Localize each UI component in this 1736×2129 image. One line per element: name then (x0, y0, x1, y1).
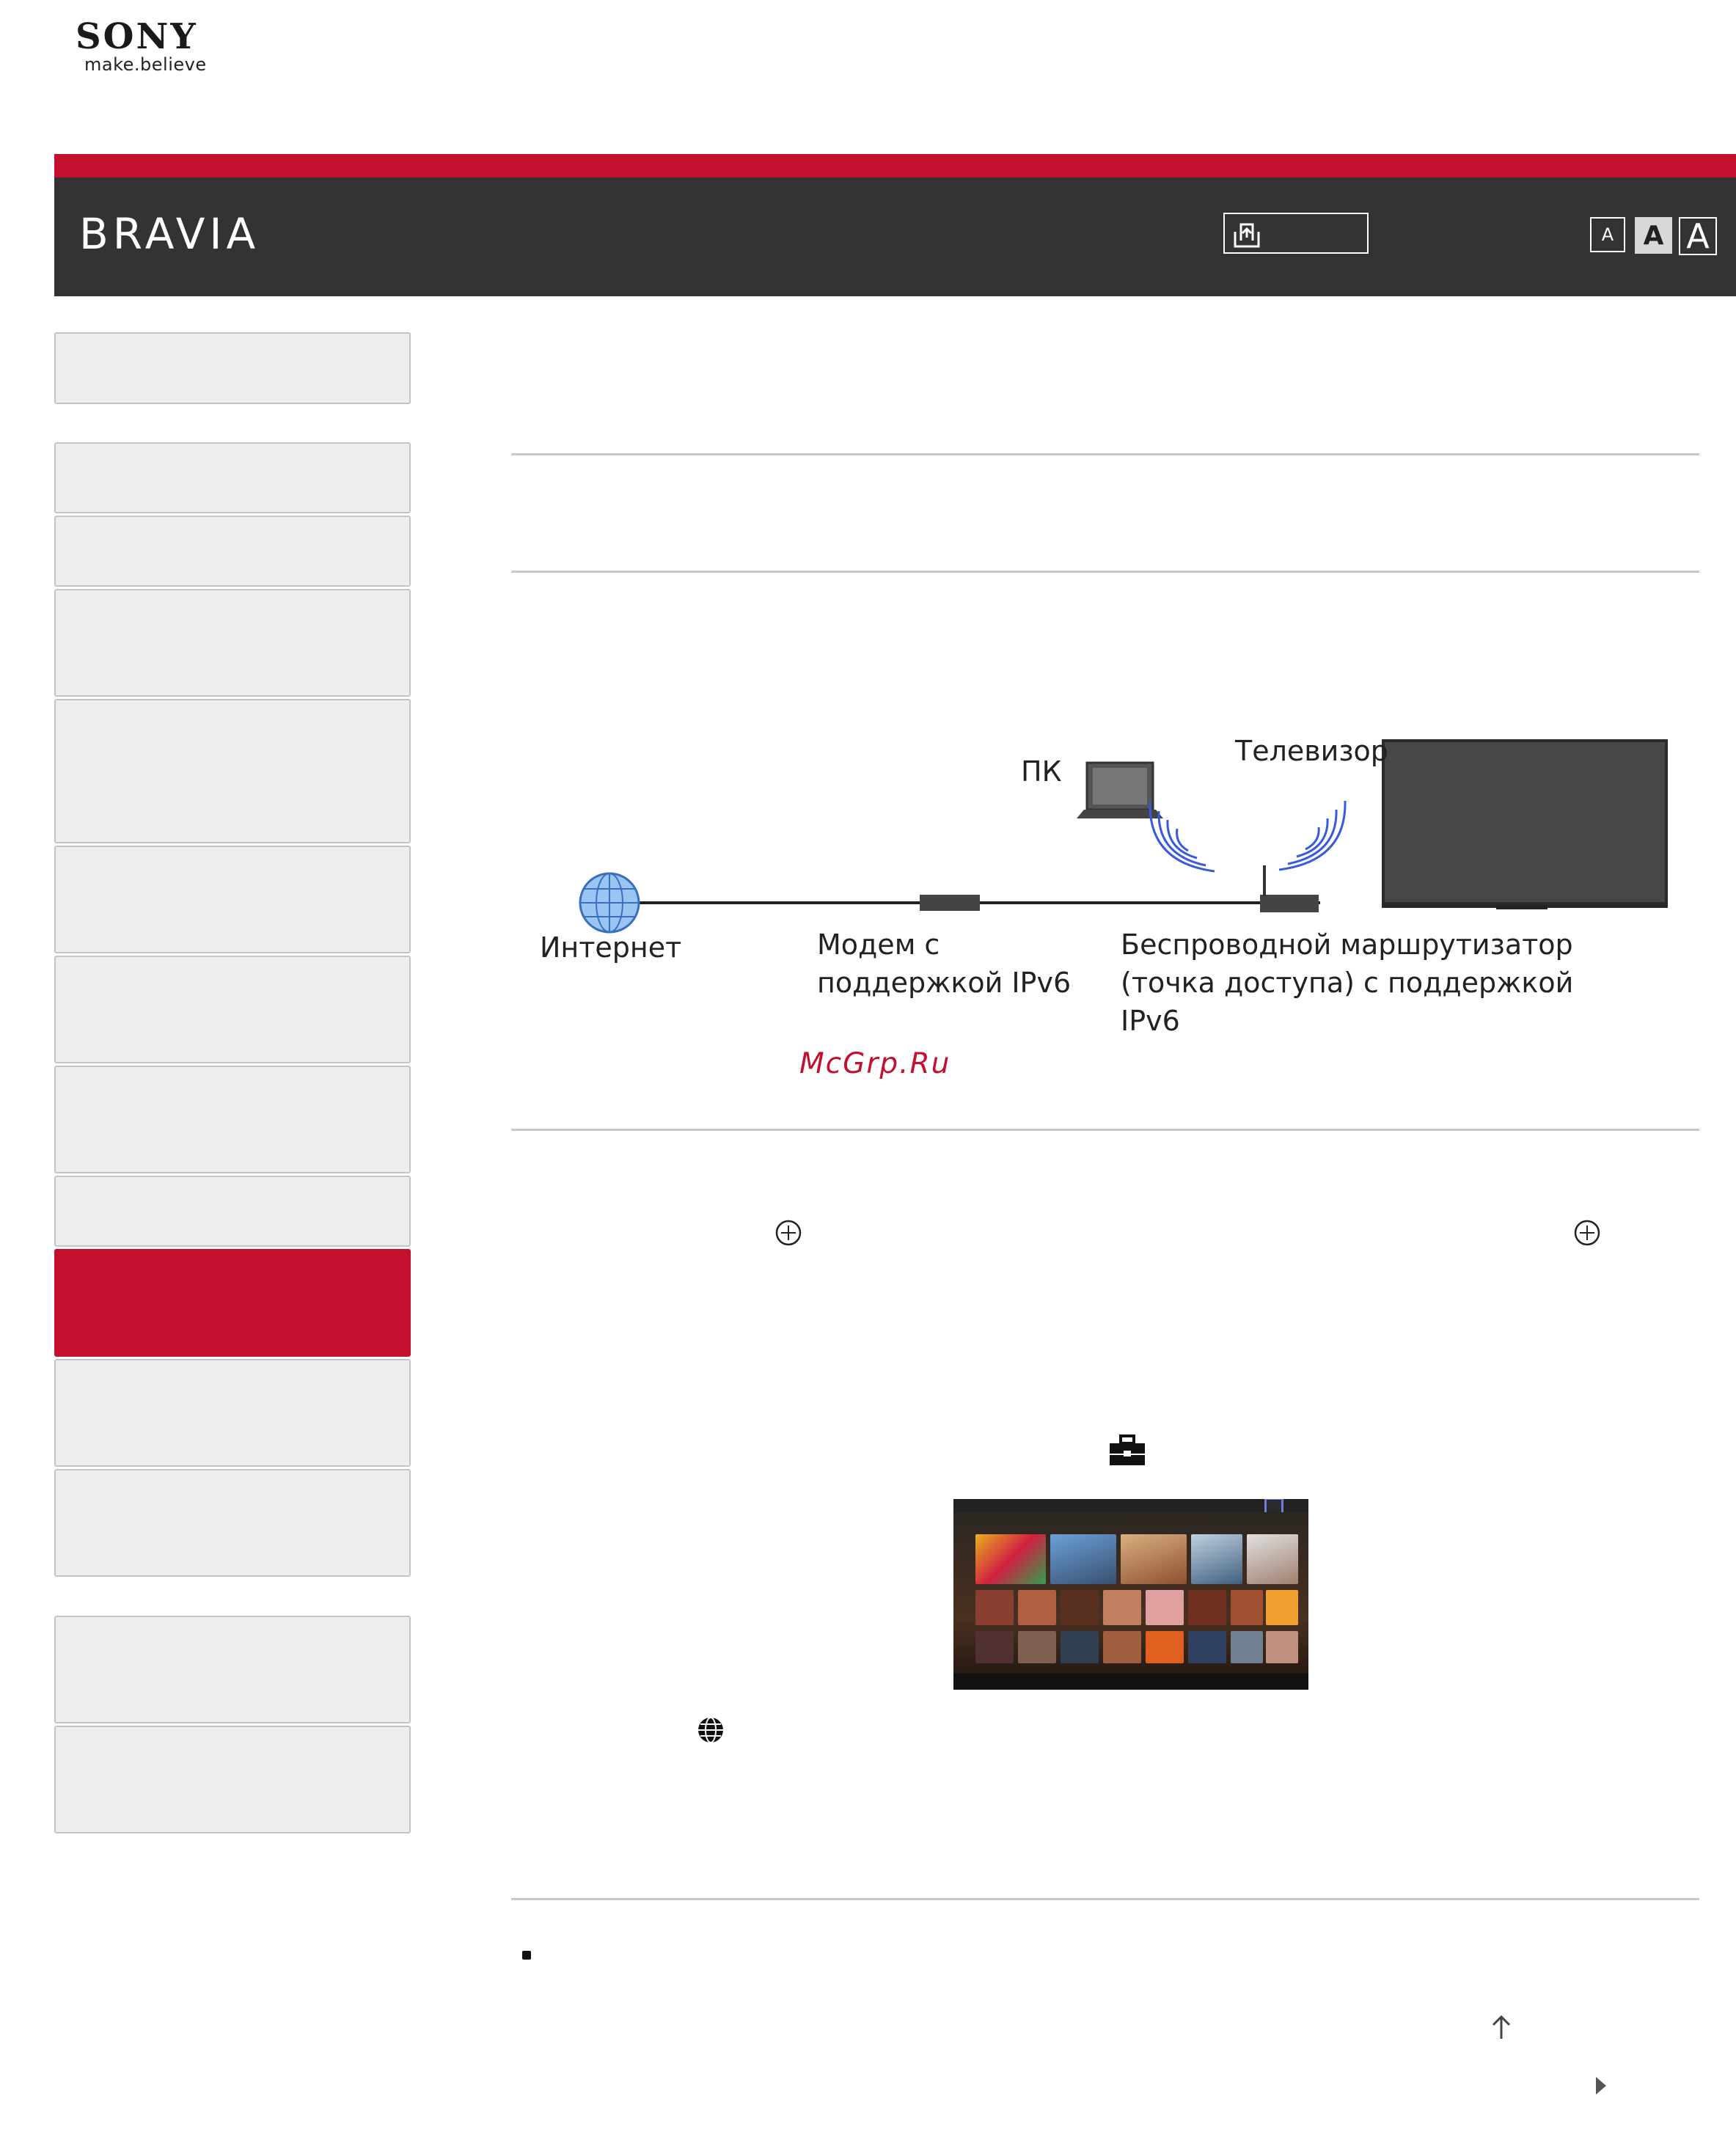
label-router-line2: (точка доступа) с поддержкой (1121, 967, 1574, 999)
globe-icon (579, 872, 640, 934)
font-size-small-button[interactable]: A (1590, 217, 1625, 252)
label-internet: Интернет (540, 931, 682, 964)
font-size-large-button[interactable]: A (1679, 216, 1717, 256)
print-icon (1234, 223, 1260, 248)
toolbox-icon (1110, 1434, 1145, 1465)
label-pc: ПК (1021, 755, 1062, 788)
sidebar-item-5[interactable] (54, 846, 411, 953)
watermark: McGrp.Ru (799, 1047, 951, 1080)
sidebar-item-7[interactable] (54, 1066, 411, 1173)
router-icon (1260, 865, 1319, 912)
modem-icon (920, 895, 980, 911)
label-modem-line1: Модем с (817, 928, 940, 961)
sidebar-item-3[interactable] (54, 589, 411, 697)
enter-icon (1574, 1220, 1600, 1246)
sidebar-item-2[interactable] (54, 516, 411, 587)
sony-logo: SONY (76, 16, 198, 57)
wifi-signal-icon (1149, 802, 1215, 873)
sidebar-item-active[interactable] (54, 1249, 411, 1357)
label-router-line3: IPv6 (1121, 1005, 1180, 1037)
sidebar-item-top[interactable] (54, 332, 411, 404)
sidebar-item-10[interactable] (54, 1359, 411, 1467)
section-divider (511, 453, 1699, 455)
product-title: BRAVIA (79, 209, 260, 259)
network-diagram (579, 739, 1668, 934)
scroll-up-icon[interactable] (1490, 2014, 1512, 2040)
header-accent-strip (54, 154, 1736, 177)
next-arrow-icon[interactable] (1593, 2074, 1609, 2097)
sidebar-item-4[interactable] (54, 699, 411, 843)
sony-tagline: make.believe (84, 54, 207, 75)
sidebar-item-8[interactable] (54, 1176, 411, 1247)
label-modem-line2: поддержкой IPv6 (817, 967, 1072, 999)
section-divider (511, 1129, 1699, 1131)
print-button[interactable] (1223, 213, 1369, 254)
sidebar-item-13[interactable] (54, 1726, 411, 1833)
wifi-signal-icon (1278, 800, 1347, 871)
font-size-medium-button[interactable]: A (1635, 217, 1672, 254)
sidebar-item-12[interactable] (54, 1616, 411, 1723)
internet-icon (698, 1717, 723, 1743)
label-tv: Телевизор (1235, 735, 1388, 767)
sidebar-item-1[interactable] (54, 442, 411, 513)
list-bullet (522, 1951, 531, 1960)
tv-icon (1382, 739, 1668, 909)
label-router-line1: Беспроводной маршрутизатор (1121, 928, 1573, 961)
section-divider (511, 1898, 1699, 1900)
enter-icon (775, 1220, 802, 1246)
sidebar-item-6[interactable] (54, 956, 411, 1063)
home-menu-screenshot (953, 1499, 1308, 1690)
sidebar-item-11[interactable] (54, 1469, 411, 1577)
header-bar (54, 177, 1736, 296)
section-divider (511, 571, 1699, 573)
